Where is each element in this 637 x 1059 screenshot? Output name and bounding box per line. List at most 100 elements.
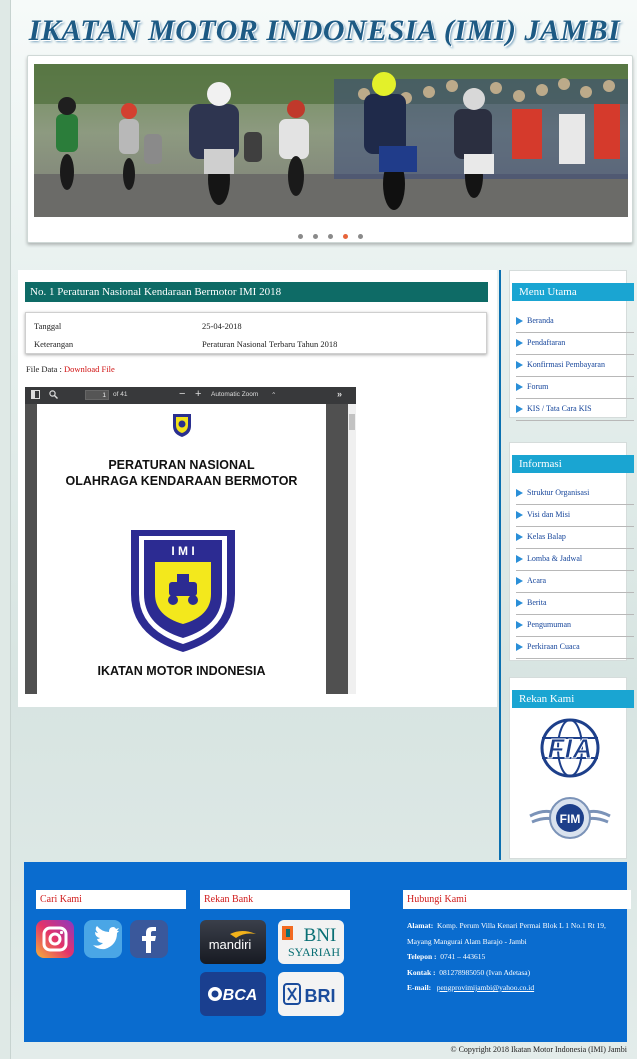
twitter-icon[interactable] bbox=[84, 920, 122, 958]
kontak-value: 081278985050 (Ivan Adetasa) bbox=[439, 967, 531, 977]
menu-item-kis[interactable]: KIS / Tata Cara KIS bbox=[516, 399, 634, 421]
cari-kami-heading: Cari Kami bbox=[36, 890, 186, 909]
menu-item-label: Forum bbox=[527, 382, 549, 391]
sidebar-toggle-icon[interactable] bbox=[31, 390, 40, 401]
info-item-label: Pengumuman bbox=[527, 620, 571, 629]
slide-image bbox=[34, 64, 628, 217]
info-item-kelas[interactable]: Kelas Balap bbox=[516, 527, 634, 549]
contact-info: Alamat: Komp. Perum Villa Kenari Permai … bbox=[407, 918, 625, 996]
slider-dot[interactable] bbox=[297, 234, 303, 239]
bank-bni-syariah-logo[interactable]: BNI SYARIAH bbox=[278, 920, 344, 964]
fia-logo[interactable]: FIA bbox=[526, 716, 614, 780]
fim-logo[interactable]: FIM bbox=[526, 790, 614, 846]
arrow-icon bbox=[516, 621, 523, 629]
info-item-struktur[interactable]: Struktur Organisasi bbox=[516, 483, 634, 505]
slider-dot[interactable] bbox=[327, 234, 333, 239]
doc-heading-line1: PERATURAN NASIONAL bbox=[108, 458, 255, 472]
bank-bca-logo[interactable]: BCA bbox=[200, 972, 266, 1016]
menu-item-forum[interactable]: Forum bbox=[516, 377, 634, 399]
pdf-scroll-thumb[interactable] bbox=[349, 414, 355, 430]
info-item-berita[interactable]: Berita bbox=[516, 593, 634, 615]
zoom-in-icon[interactable]: + bbox=[195, 388, 201, 400]
info-item-lomba[interactable]: Lomba & Jadwal bbox=[516, 549, 634, 571]
post-title: No. 1 Peraturan Nasional Kendaraan Bermo… bbox=[25, 282, 488, 302]
arrow-icon bbox=[516, 599, 523, 607]
arrow-icon bbox=[516, 489, 523, 497]
menu-item-label: KIS / Tata Cara KIS bbox=[527, 404, 592, 413]
page-number-input[interactable]: 1 bbox=[85, 390, 109, 400]
info-item-acara[interactable]: Acara bbox=[516, 571, 634, 593]
pdf-viewer[interactable]: 1 of 41 − + Automatic Zoom ⌃ » PERATURAN… bbox=[25, 387, 356, 694]
bank-mandiri-logo[interactable]: mandiri bbox=[200, 920, 266, 964]
zoom-out-icon[interactable]: − bbox=[179, 388, 185, 400]
menu-item-beranda[interactable]: Beranda bbox=[516, 311, 634, 333]
emblem-letters: I M I bbox=[171, 544, 194, 558]
bank-bri-logo[interactable]: BRI bbox=[278, 972, 344, 1016]
info-label: Tanggal bbox=[34, 321, 62, 331]
site-title: IKATAN MOTOR INDONESIA (IMI) JAMBI bbox=[28, 14, 621, 47]
kontak-label: Kontak : bbox=[407, 967, 436, 977]
page-count: of 41 bbox=[113, 391, 128, 398]
slider-dot[interactable] bbox=[312, 234, 318, 239]
rekan-kami-box: Rekan Kami FIA FIM bbox=[509, 677, 634, 859]
informasi-box: Informasi Struktur Organisasi Visi dan M… bbox=[509, 442, 634, 661]
arrow-icon bbox=[516, 555, 523, 563]
sidebar-divider bbox=[499, 270, 501, 860]
info-value: 25-04-2018 bbox=[202, 321, 242, 331]
info-value: Peraturan Nasional Terbaru Tahun 2018 bbox=[202, 339, 338, 349]
info-item-label: Acara bbox=[527, 576, 547, 585]
pdf-page: PERATURAN NASIONAL OLAHRAGA KENDARAAN BE… bbox=[37, 404, 326, 694]
info-item-label: Perkiraan Cuaca bbox=[527, 642, 580, 651]
contact-telepon: Telepon : 0741 – 443615 bbox=[407, 949, 625, 965]
pdf-scrollbar[interactable] bbox=[348, 404, 356, 694]
info-item-label: Visi dan Misi bbox=[527, 510, 571, 519]
info-item-label: Berita bbox=[527, 598, 547, 607]
telepon-label: Telepon : bbox=[407, 952, 437, 961]
bni-text: BNI bbox=[304, 925, 337, 946]
info-item-label: Kelas Balap bbox=[527, 532, 566, 541]
doc-footer-heading: IKATAN MOTOR INDONESIA bbox=[97, 664, 266, 678]
info-label: Keterangan bbox=[34, 339, 74, 349]
imi-small-logo bbox=[173, 414, 191, 437]
slider-dot-active[interactable] bbox=[342, 234, 348, 239]
search-icon[interactable] bbox=[49, 390, 58, 401]
info-item-visi[interactable]: Visi dan Misi bbox=[516, 505, 634, 527]
menu-utama-list: Beranda Pendaftaran Konfirmasi Pembayara… bbox=[516, 311, 634, 421]
arrow-icon bbox=[516, 511, 523, 519]
post-info-box: Tanggal 25-04-2018 Keterangan Peraturan … bbox=[25, 312, 487, 354]
mandiri-text: mandiri bbox=[209, 937, 252, 952]
arrow-icon bbox=[516, 643, 523, 651]
slider-dots bbox=[28, 226, 632, 244]
arrow-icon bbox=[516, 405, 523, 413]
menu-item-label: Pendaftaran bbox=[527, 338, 566, 347]
menu-item-pendaftaran[interactable]: Pendaftaran bbox=[516, 333, 634, 355]
slider-dot[interactable] bbox=[357, 234, 363, 239]
arrow-icon bbox=[516, 383, 523, 391]
menu-utama-box: Menu Utama Beranda Pendaftaran Konfirmas… bbox=[509, 270, 634, 421]
file-data-line: File Data : Download File bbox=[26, 364, 115, 374]
arrow-icon bbox=[516, 577, 523, 585]
rekan-kami-title: Rekan Kami bbox=[512, 690, 634, 708]
alamat-value: Komp. Perum Villa Kenari Permai Blok L 1… bbox=[407, 921, 606, 946]
arrow-icon bbox=[516, 533, 523, 541]
arrow-icon bbox=[516, 317, 523, 325]
info-item-pengumuman[interactable]: Pengumuman bbox=[516, 615, 634, 637]
facebook-icon[interactable] bbox=[130, 920, 168, 958]
email-link[interactable]: pengprovimijambi@yahoo.co.id bbox=[437, 983, 534, 992]
copyright-text: © Copyright 2018 Ikatan Motor Indonesia … bbox=[450, 1045, 628, 1054]
menu-item-label: Beranda bbox=[527, 316, 554, 325]
info-item-label: Struktur Organisasi bbox=[527, 488, 590, 497]
menu-item-konfirmasi[interactable]: Konfirmasi Pembayaran bbox=[516, 355, 634, 377]
hubungi-kami-heading: Hubungi Kami bbox=[403, 890, 631, 909]
contact-kontak: Kontak : 081278985050 (Ivan Adetasa) bbox=[407, 965, 625, 981]
image-slider[interactable] bbox=[27, 55, 633, 243]
tools-menu-icon[interactable]: » bbox=[337, 389, 342, 399]
instagram-icon[interactable] bbox=[36, 920, 74, 958]
download-file-link[interactable]: Download File bbox=[64, 364, 115, 374]
info-item-cuaca[interactable]: Perkiraan Cuaca bbox=[516, 637, 634, 659]
info-item-label: Lomba & Jadwal bbox=[527, 554, 583, 563]
informasi-list: Struktur Organisasi Visi dan Misi Kelas … bbox=[516, 483, 634, 659]
zoom-dropdown-icon[interactable]: ⌃ bbox=[271, 391, 276, 399]
zoom-select[interactable]: Automatic Zoom bbox=[211, 391, 258, 398]
rekan-bank-heading: Rekan Bank bbox=[200, 890, 350, 909]
